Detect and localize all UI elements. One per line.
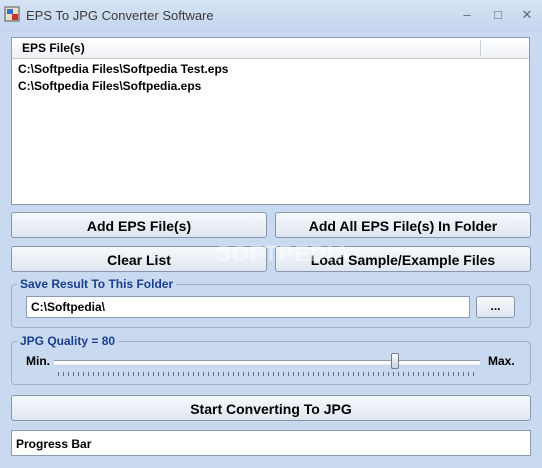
- column-header-eps-files[interactable]: EPS File(s): [22, 41, 85, 55]
- quality-max-label: Max.: [488, 354, 515, 368]
- quality-slider-track[interactable]: [54, 360, 480, 365]
- column-separator[interactable]: [480, 40, 481, 56]
- start-converting-button[interactable]: Start Converting To JPG: [11, 395, 531, 421]
- close-button[interactable]: ✕: [516, 6, 538, 24]
- browse-folder-button[interactable]: ...: [476, 296, 515, 318]
- watermark: SOFTPEDIA: [216, 241, 351, 266]
- window-title: EPS To JPG Converter Software: [26, 8, 214, 23]
- output-folder-input[interactable]: C:\Softpedia\: [26, 296, 470, 318]
- restore-button[interactable]: □: [487, 6, 509, 24]
- app-icon: [4, 6, 20, 22]
- file-list-header[interactable]: EPS File(s): [12, 38, 529, 59]
- quality-slider-thumb[interactable]: [390, 353, 399, 369]
- add-eps-files-button[interactable]: Add EPS File(s): [11, 212, 267, 238]
- quality-slider-ticks: [58, 372, 476, 376]
- list-item[interactable]: C:\Softpedia Files\Softpedia Test.eps: [18, 62, 228, 76]
- progress-bar: Progress Bar: [11, 430, 531, 456]
- file-list[interactable]: EPS File(s) C:\Softpedia Files\Softpedia…: [11, 37, 530, 205]
- minimize-button[interactable]: –: [456, 6, 478, 24]
- list-item[interactable]: C:\Softpedia Files\Softpedia.eps: [18, 79, 201, 93]
- jpg-quality-label: JPG Quality = 80: [17, 334, 119, 348]
- quality-min-label: Min.: [26, 354, 50, 368]
- output-folder-label: Save Result To This Folder: [17, 277, 177, 291]
- title-bar: EPS To JPG Converter Software – □ ✕: [0, 0, 542, 32]
- add-folder-button[interactable]: Add All EPS File(s) In Folder: [275, 212, 531, 238]
